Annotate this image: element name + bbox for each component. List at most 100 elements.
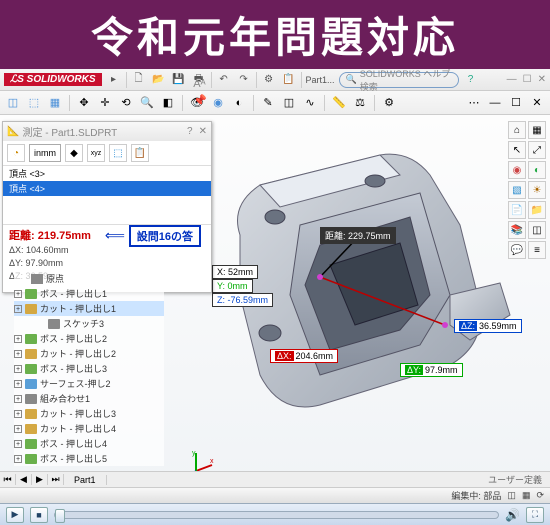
- tab-last-icon[interactable]: ⏭: [48, 474, 64, 485]
- tree-expand-icon[interactable]: +: [14, 380, 22, 388]
- feature-tree[interactable]: 原点 +ボス - 押し出し1+カット - 押し出し1スケッチ3+ボス - 押し出…: [14, 271, 164, 466]
- list-item[interactable]: 頂点 <4>: [3, 181, 211, 196]
- view-cube-icon[interactable]: ⬚: [25, 94, 43, 112]
- appearance-icon[interactable]: ◉: [209, 94, 227, 112]
- forum-icon[interactable]: 💬: [508, 241, 526, 259]
- view-orientation-icon[interactable]: ◫: [4, 94, 22, 112]
- display-style-icon[interactable]: ▦: [46, 94, 64, 112]
- mass-props-icon[interactable]: ⚖: [351, 94, 369, 112]
- media-thumb[interactable]: [55, 509, 65, 523]
- new-icon[interactable]: 🗋: [131, 72, 147, 88]
- arc-measure-icon[interactable]: ◔: [7, 144, 25, 162]
- ref-geom-icon[interactable]: ◫: [280, 94, 298, 112]
- status-custom-menu[interactable]: ユーザー定義: [480, 473, 550, 486]
- tree-expand-icon[interactable]: +: [14, 335, 22, 343]
- tab-next-icon[interactable]: ▶: [32, 474, 48, 485]
- expand-icon[interactable]: ⤢: [528, 141, 546, 159]
- tab-first-icon[interactable]: ⏮: [0, 474, 16, 485]
- tree-feature[interactable]: +カット - 押し出し3: [14, 406, 164, 421]
- tree-feature[interactable]: +ボス - 押し出し4: [14, 436, 164, 451]
- tree-feature[interactable]: +ボス - 押し出し2: [14, 331, 164, 346]
- help-icon[interactable]: ?: [463, 72, 479, 88]
- tree-expand-icon[interactable]: +: [14, 410, 22, 418]
- library-icon[interactable]: 📚: [508, 221, 526, 239]
- rebuild-icon[interactable]: 📋: [281, 72, 297, 88]
- menu-dropdown-icon[interactable]: ▸: [106, 72, 122, 88]
- tree-origin[interactable]: 原点: [14, 271, 164, 286]
- more-icon[interactable]: ⋯: [465, 94, 483, 112]
- undo-icon[interactable]: ↶: [216, 72, 232, 88]
- unit-select[interactable]: inmm: [29, 144, 61, 162]
- text-size-icon[interactable]: Aᴬ: [193, 78, 207, 90]
- measure-icon[interactable]: 📏: [330, 94, 348, 112]
- view-palette-icon[interactable]: ◫: [528, 221, 546, 239]
- status-units-icon[interactable]: ▦: [522, 490, 531, 501]
- tree-expand-icon[interactable]: +: [14, 455, 22, 463]
- tree-expand-icon[interactable]: +: [14, 290, 22, 298]
- tree-feature[interactable]: +ボス - 押し出し1: [14, 286, 164, 301]
- tree-feature[interactable]: +ボス - 押し出し3: [14, 361, 164, 376]
- select-icon[interactable]: ↖: [508, 141, 526, 159]
- scene-tool-icon[interactable]: ◐: [528, 161, 546, 179]
- task-pane-icon[interactable]: 📄: [508, 201, 526, 219]
- tree-expand-icon[interactable]: +: [14, 365, 22, 373]
- save-icon[interactable]: 💾: [171, 72, 187, 88]
- options-icon[interactable]: ⚙: [261, 72, 277, 88]
- stop-button[interactable]: ■: [30, 507, 48, 523]
- open-icon[interactable]: 📂: [151, 72, 167, 88]
- curves-icon[interactable]: ∿: [301, 94, 319, 112]
- fullscreen-button[interactable]: ⛶: [526, 507, 544, 523]
- custom-props-icon[interactable]: ≡: [528, 241, 546, 259]
- tree-feature[interactable]: +カット - 押し出し4: [14, 421, 164, 436]
- tree-expand-icon[interactable]: +: [14, 440, 22, 448]
- minimize-icon[interactable]: —: [507, 74, 517, 85]
- zoom-icon[interactable]: 🔍: [138, 94, 156, 112]
- selection-list[interactable]: 頂点 <3> 頂点 <4>: [3, 166, 211, 224]
- tree-feature[interactable]: +ボス - 押し出し5: [14, 451, 164, 466]
- status-config-icon[interactable]: ◫: [507, 490, 516, 501]
- help-search[interactable]: 🔍SOLIDWORKS ヘルプ検索: [339, 72, 459, 88]
- tab-prev-icon[interactable]: ◀: [16, 474, 32, 485]
- config-icon[interactable]: ⚙: [380, 94, 398, 112]
- maximize-icon[interactable]: ☐: [523, 74, 532, 85]
- light-icon[interactable]: ☀: [528, 181, 546, 199]
- status-rebuild-icon[interactable]: ⟳: [536, 490, 544, 501]
- resources-icon[interactable]: 📁: [528, 201, 546, 219]
- callout-dx: ΔX:204.6mm: [270, 349, 338, 363]
- tree-feature[interactable]: +カット - 押し出し2: [14, 346, 164, 361]
- history-icon[interactable]: 📋: [131, 144, 149, 162]
- point-to-point-icon[interactable]: ◆: [65, 144, 83, 162]
- tree-feature[interactable]: +カット - 押し出し1: [14, 301, 164, 316]
- decal-icon[interactable]: ▧: [508, 181, 526, 199]
- tree-expand-icon[interactable]: +: [14, 395, 22, 403]
- projected-icon[interactable]: ⬚: [109, 144, 127, 162]
- list-item[interactable]: 頂点 <3>: [3, 166, 211, 181]
- tree-feature[interactable]: +組み合わせ1: [14, 391, 164, 406]
- tab-part1[interactable]: Part1: [64, 475, 107, 485]
- play-button[interactable]: ▶: [6, 507, 24, 523]
- doc-minimize-icon[interactable]: —: [486, 94, 504, 112]
- doc-close-icon[interactable]: ✕: [528, 94, 546, 112]
- media-slider[interactable]: [54, 511, 499, 519]
- xyz-icon[interactable]: xyz: [87, 144, 105, 162]
- appearance-tool-icon[interactable]: ◉: [508, 161, 526, 179]
- tree-feature[interactable]: +サーフェス-押し2: [14, 376, 164, 391]
- section-icon[interactable]: ◧: [159, 94, 177, 112]
- pin-result-icon[interactable]: 📌: [193, 94, 207, 107]
- redo-icon[interactable]: ↷: [236, 72, 252, 88]
- scene-icon[interactable]: ◐: [230, 94, 248, 112]
- panel-close-icon[interactable]: ✕: [199, 126, 207, 137]
- edit-feature-icon[interactable]: ✎: [259, 94, 277, 112]
- tree-expand-icon[interactable]: +: [14, 305, 22, 313]
- tree-expand-icon[interactable]: +: [14, 350, 22, 358]
- pan-icon[interactable]: ✛: [96, 94, 114, 112]
- home-view-icon[interactable]: ⌂: [508, 121, 526, 139]
- rotate-icon[interactable]: ⟲: [117, 94, 135, 112]
- close-icon[interactable]: ✕: [538, 74, 546, 85]
- pin-icon[interactable]: ?: [187, 126, 193, 137]
- tree-feature[interactable]: スケッチ3: [14, 316, 164, 331]
- tree-expand-icon[interactable]: +: [14, 425, 22, 433]
- doc-maximize-icon[interactable]: ☐: [507, 94, 525, 112]
- zoom-fit-icon[interactable]: ✥: [75, 94, 93, 112]
- apps-icon[interactable]: ▦: [528, 121, 546, 139]
